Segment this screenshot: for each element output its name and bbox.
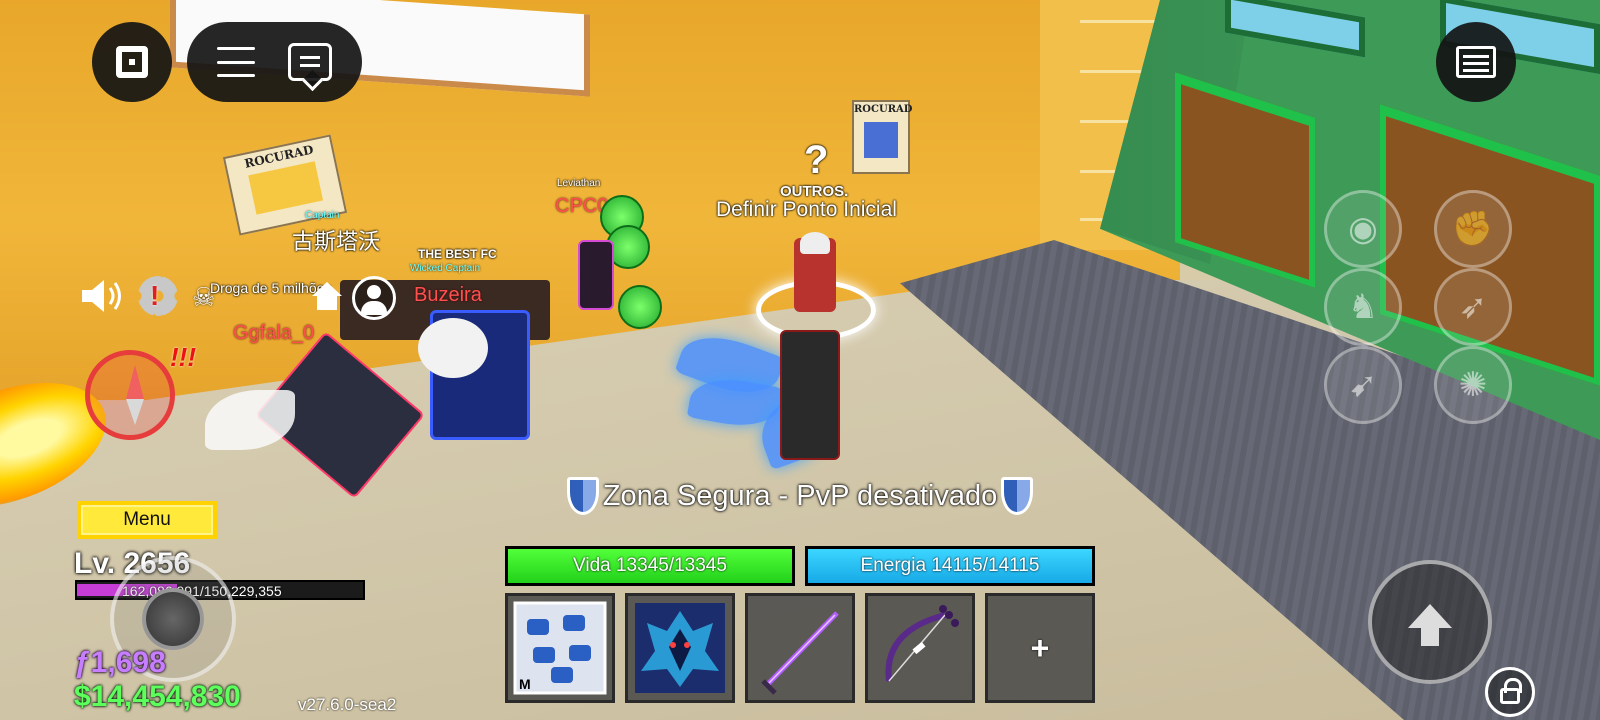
leaderboard-icon [1456, 46, 1496, 78]
hotbar-slot-3[interactable] [745, 593, 855, 703]
profile-icon[interactable] [352, 276, 396, 320]
player-display-name: Ggfala_0 [233, 322, 315, 344]
wanted-poster: ROCURAD [852, 100, 913, 174]
dash-boot-icon[interactable]: ➶ [1434, 268, 1512, 346]
health-text: Vida 13345/13345 [573, 555, 727, 576]
shift-lock-button[interactable] [1485, 667, 1535, 717]
wanted-poster-portrait [248, 161, 323, 215]
fighting-style-icon: M [513, 601, 607, 695]
joystick-knob[interactable] [142, 588, 204, 650]
wolf-fruit-icon [635, 603, 725, 693]
speaker-icon[interactable] [80, 278, 126, 314]
svg-text:M: M [519, 676, 531, 692]
safe-zone-text: Zona Segura - PvP desativado [602, 479, 998, 512]
energy-text: Energia 14115/14115 [860, 555, 1040, 576]
leaderboard-button[interactable] [1436, 22, 1516, 102]
top-left-pill [187, 22, 362, 102]
chat-icon[interactable] [287, 43, 332, 81]
roblox-menu-button[interactable] [92, 22, 172, 102]
npc-hat [800, 232, 830, 254]
money-count: $14,454,830 [74, 680, 241, 713]
wanted-poster-portrait [863, 121, 899, 158]
compass[interactable] [85, 350, 175, 440]
bow-icon [885, 605, 959, 682]
jump-arrow-icon [1408, 604, 1452, 646]
jump-button[interactable] [1368, 560, 1492, 684]
roblox-logo-icon [116, 46, 148, 78]
buso-haki-icon[interactable]: ♞ [1324, 268, 1402, 346]
player-name: Captain [305, 210, 340, 221]
game-version: v27.6.0-sea2 [298, 695, 397, 714]
fur-collar [418, 318, 488, 378]
npc-action-label[interactable]: Definir Ponto Inicial [716, 198, 897, 222]
player-title: Wicked Captain [410, 263, 481, 274]
player-display-name: Buzeira [414, 284, 482, 306]
compass-needle-south [126, 399, 144, 425]
hotbar-slot-add[interactable]: + [985, 593, 1095, 703]
shield-icon [1001, 477, 1034, 515]
flash-step-icon[interactable]: ✺ [1434, 346, 1512, 424]
lock-icon [1500, 678, 1522, 704]
fragments-count: ƒ1,698 [74, 646, 166, 679]
compass-needle-north [126, 365, 144, 399]
home-icon[interactable] [310, 280, 344, 312]
hotbar-slot-2[interactable] [625, 593, 735, 703]
main-player-character[interactable] [780, 330, 840, 460]
wanted-poster-title: ROCURAD [854, 104, 913, 115]
energy-bar: Energia 14115/14115 [805, 546, 1095, 586]
alert-mark: ! [150, 280, 160, 311]
green-orb [618, 285, 662, 329]
health-bar: Vida 13345/13345 [505, 546, 795, 586]
player-character[interactable] [578, 240, 614, 310]
sword-icon [761, 611, 839, 695]
quest-prompt-icon: ? [804, 138, 829, 182]
player-display-name: 古斯塔沃 [292, 229, 381, 254]
hotbar-slot-4[interactable] [865, 593, 975, 703]
hotbar-slot-1[interactable]: M [505, 593, 615, 703]
shield-icon [566, 477, 599, 515]
punch-icon[interactable]: ✊ [1434, 190, 1512, 268]
observation-eye-icon[interactable]: ◉ [1324, 190, 1402, 268]
compass-alert: !!! [170, 342, 196, 372]
crew-name: THE BEST FC [418, 247, 497, 261]
player-name: Leviathan [557, 178, 601, 189]
hamburger-menu-icon[interactable] [217, 47, 256, 77]
sprint-icon[interactable]: ➹ [1324, 346, 1402, 424]
add-slot-icon: + [1030, 629, 1050, 666]
menu-button[interactable]: Menu [77, 501, 217, 539]
safe-zone-banner: Zona Segura - PvP desativado [530, 474, 1070, 518]
